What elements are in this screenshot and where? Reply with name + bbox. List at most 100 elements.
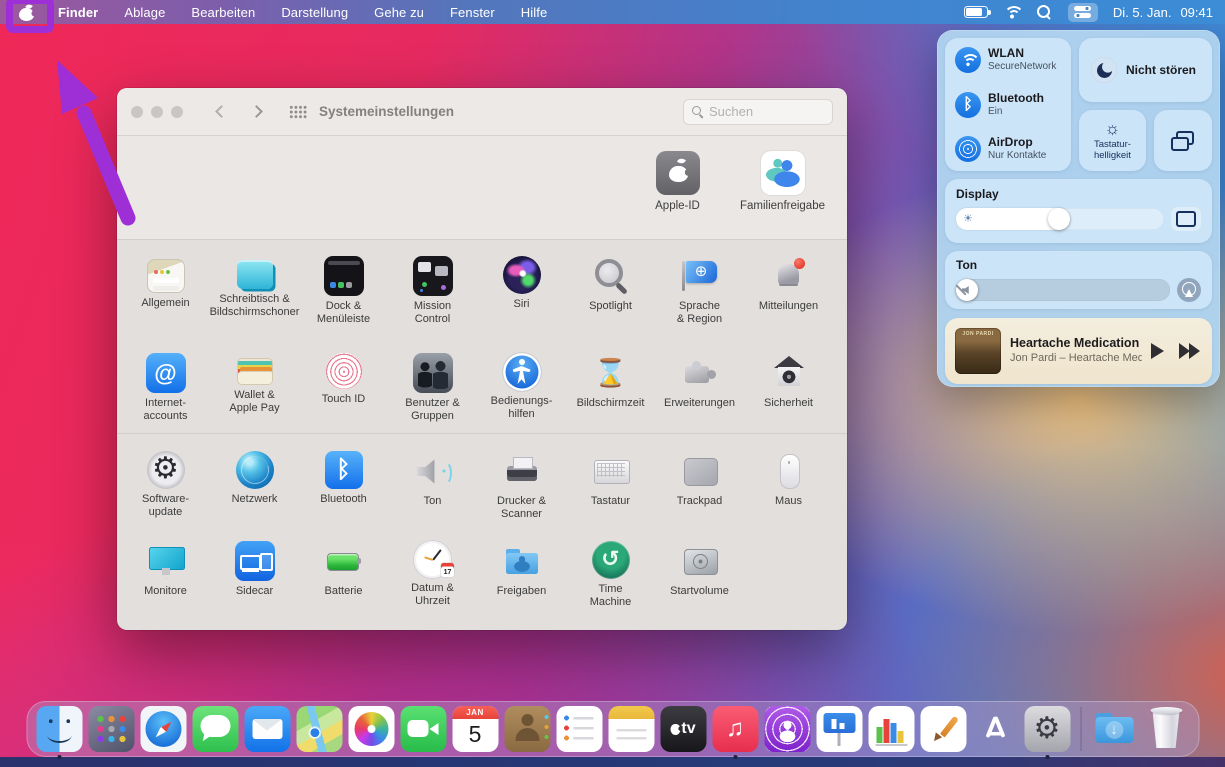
play-icon[interactable] — [1151, 343, 1164, 359]
preferences-group-personal: Allgemein Schreibtisch & Bildschirmschon… — [117, 240, 847, 434]
dock-menubar-icon — [324, 256, 364, 296]
pref-startvolume[interactable]: Startvolume — [655, 541, 744, 614]
pref-mission-control[interactable]: Mission Control — [388, 256, 477, 337]
pref-internetaccounts[interactable]: Internet- accounts — [121, 353, 210, 433]
pref-datum-uhrzeit[interactable]: 17 Datum & Uhrzeit — [388, 541, 477, 614]
dock-app-store[interactable] — [972, 706, 1018, 752]
menu-fenster[interactable]: Fenster — [450, 5, 495, 20]
pref-sidecar[interactable]: Sidecar — [210, 541, 299, 614]
dock-launchpad[interactable] — [88, 706, 134, 752]
now-playing-card[interactable]: JON PARDI Heartache Medication Jon Pardi… — [945, 318, 1212, 384]
airplay-audio-button[interactable] — [1177, 278, 1201, 302]
dock-nachrichten[interactable] — [192, 706, 238, 752]
display-brightness-slider[interactable]: ☀ — [956, 208, 1164, 230]
annotation-highlight-box — [6, 0, 54, 33]
pref-bluetooth[interactable]: Bluetooth — [299, 451, 388, 524]
do-not-disturb-toggle[interactable]: Nicht stören — [1079, 38, 1212, 102]
brightness-knob[interactable] — [1048, 208, 1070, 230]
dock-karten[interactable] — [296, 706, 342, 752]
dock-systemeinstellungen[interactable] — [1024, 706, 1070, 752]
pref-bedienungshilfen[interactable]: Bedienungs- hilfen — [477, 353, 566, 433]
display-settings-button[interactable] — [1171, 207, 1201, 231]
show-all-grid-icon[interactable] — [289, 105, 307, 119]
fast-forward-icon[interactable] — [1179, 343, 1200, 359]
preferences-search-field[interactable] — [683, 99, 833, 125]
spotlight-search-icon[interactable] — [1036, 4, 1053, 21]
dock-pages[interactable] — [920, 706, 966, 752]
pref-batterie[interactable]: Batterie — [299, 541, 388, 614]
pref-touch-id[interactable]: Touch ID — [299, 353, 388, 433]
cc-wlan-toggle[interactable]: WLAN SecureNetwork — [955, 47, 1061, 73]
bluetooth-icon — [955, 92, 981, 118]
pref-apple-id[interactable]: Apple-ID — [625, 151, 730, 212]
pref-drucker-scanner[interactable]: Drucker & Scanner — [477, 451, 566, 524]
keyboard-brightness-button[interactable]: ☼ Tastatur- helligkeit — [1079, 110, 1146, 171]
pref-benutzer-gruppen[interactable]: Benutzer & Gruppen — [388, 353, 477, 433]
wifi-icon[interactable] — [1003, 5, 1021, 19]
trash-icon — [1143, 706, 1189, 752]
printers-scanners-icon — [502, 451, 542, 491]
sound-card: Ton — [945, 251, 1212, 309]
pref-trackpad[interactable]: Trackpad — [655, 451, 744, 524]
pref-tastatur[interactable]: Tastatur — [566, 451, 655, 524]
cc-bluetooth-toggle[interactable]: Bluetooth Ein — [955, 92, 1061, 118]
cc-airdrop-toggle[interactable]: AirDrop Nur Kontakte — [955, 136, 1061, 162]
connectivity-card: WLAN SecureNetwork Bluetooth Ein — [945, 38, 1071, 171]
screen-mirroring-button[interactable] — [1154, 110, 1212, 171]
dock-notizen[interactable] — [608, 706, 654, 752]
menu-bar-clock[interactable]: Di. 5. Jan. 09:41 — [1113, 5, 1213, 20]
pref-dock-menueleiste[interactable]: Dock & Menüleiste — [299, 256, 388, 337]
pref-maus[interactable]: Maus — [744, 451, 833, 524]
volume-slider[interactable] — [956, 279, 1170, 301]
pref-bildschirmzeit[interactable]: Bildschirmzeit — [566, 353, 655, 433]
dock: JAN 5 — [26, 701, 1199, 757]
menu-ablage[interactable]: Ablage — [124, 5, 165, 20]
dock-mail[interactable] — [244, 706, 290, 752]
dock-erinnerungen[interactable] — [556, 706, 602, 752]
screen-time-icon — [591, 353, 631, 393]
pref-spotlight[interactable]: Spotlight — [566, 256, 655, 337]
menu-finder[interactable]: Finder — [58, 5, 98, 20]
pref-schreibtisch-bildschirmschoner[interactable]: Schreibtisch & Bildschirmschoner — [210, 256, 299, 337]
dock-papierkorb[interactable] — [1143, 706, 1189, 752]
dock-podcasts[interactable] — [764, 706, 810, 752]
pref-wallet-apple-pay[interactable]: Wallet & Apple Pay — [210, 353, 299, 433]
volume-knob-muted-speaker-icon[interactable] — [956, 279, 978, 301]
menu-gehe-zu[interactable]: Gehe zu — [374, 5, 424, 20]
dock-finder[interactable] — [36, 706, 82, 752]
podcasts-icon — [764, 706, 810, 752]
dock-fotos[interactable] — [348, 706, 394, 752]
back-button[interactable] — [215, 105, 228, 118]
pref-sicherheit[interactable]: Sicherheit — [744, 353, 833, 433]
dock-musik[interactable] — [712, 706, 758, 752]
dock-numbers[interactable] — [868, 706, 914, 752]
menu-darstellung[interactable]: Darstellung — [281, 5, 348, 20]
pref-mitteilungen[interactable]: Mitteilungen — [744, 256, 833, 337]
pref-siri[interactable]: Siri — [477, 256, 566, 337]
menu-bearbeiten[interactable]: Bearbeiten — [191, 5, 255, 20]
keyboard-icon — [591, 451, 631, 491]
pref-familienfreigabe[interactable]: Familienfreigabe — [730, 151, 835, 212]
dock-kontakte[interactable] — [504, 706, 550, 752]
dock-downloads[interactable] — [1091, 706, 1137, 752]
pref-monitore[interactable]: Monitore — [121, 541, 210, 614]
pref-erweiterungen[interactable]: Erweiterungen — [655, 353, 744, 433]
dock-kalender[interactable]: JAN 5 — [452, 706, 498, 752]
dock-safari[interactable] — [140, 706, 186, 752]
pref-time-machine[interactable]: Time Machine — [566, 541, 655, 614]
pref-netzwerk[interactable]: Netzwerk — [210, 451, 299, 524]
search-input[interactable] — [709, 104, 825, 119]
battery-icon[interactable] — [964, 6, 988, 18]
pref-sprache-region[interactable]: Sprache & Region — [655, 256, 744, 337]
menu-hilfe[interactable]: Hilfe — [521, 5, 548, 20]
pref-softwareupdate[interactable]: Software- update — [121, 451, 210, 524]
pref-allgemein[interactable]: Allgemein — [121, 256, 210, 337]
dock-apple-tv[interactable]: tv — [660, 706, 706, 752]
pref-ton[interactable]: Ton — [388, 451, 477, 524]
control-center-icon[interactable] — [1068, 3, 1098, 22]
dock-keynote[interactable] — [816, 706, 862, 752]
forward-button[interactable] — [250, 105, 263, 118]
pref-freigaben[interactable]: Freigaben — [477, 541, 566, 614]
desktop-screensaver-icon — [237, 260, 273, 289]
dock-facetime[interactable] — [400, 706, 446, 752]
